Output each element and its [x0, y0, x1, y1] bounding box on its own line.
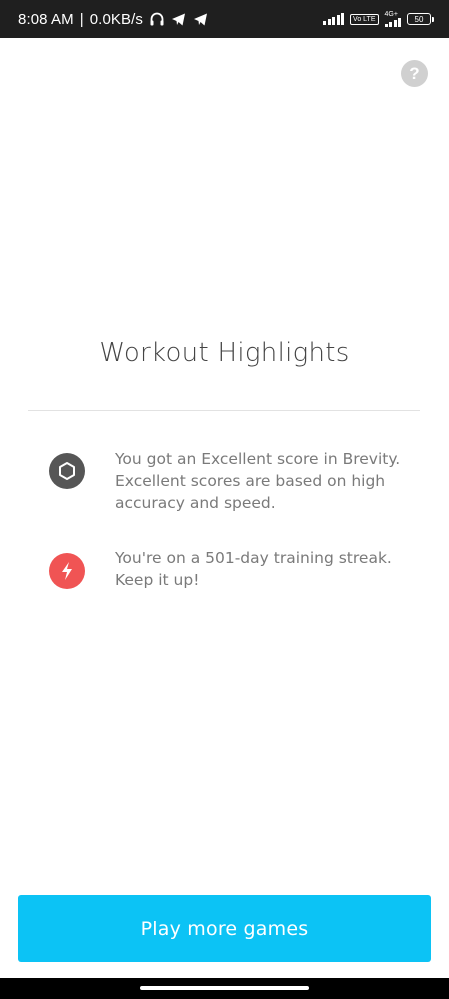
screen: 8:08 AM | 0.0KB/s Vo LTE 4G+ 50 ? Workou…	[0, 0, 449, 999]
signal-icon	[323, 13, 345, 25]
divider	[28, 410, 420, 411]
status-right: Vo LTE 4G+ 50	[323, 0, 434, 38]
battery-icon: 50	[407, 13, 434, 25]
network-speed: 0.0KB/s	[89, 10, 143, 28]
page-title: Workout Highlights	[99, 338, 350, 368]
battery-level: 50	[414, 14, 424, 24]
status-time: 8:08 AM	[18, 10, 74, 28]
highlight-text: You got an Excellent score in Brevity. E…	[115, 450, 401, 512]
home-indicator[interactable]	[140, 986, 309, 990]
telegram-icon	[171, 11, 187, 27]
telegram-icon	[193, 11, 209, 27]
status-bar: 8:08 AM | 0.0KB/s Vo LTE 4G+ 50	[0, 0, 449, 38]
navigation-bar	[0, 978, 449, 999]
headphones-icon	[149, 11, 165, 27]
volte-icon: Vo LTE	[350, 13, 379, 25]
network-signal-group: 4G+	[384, 11, 401, 27]
help-icon: ?	[409, 63, 420, 83]
network-type: 4G+	[384, 11, 398, 18]
signal-icon	[384, 18, 401, 27]
status-separator: |	[79, 10, 84, 28]
play-more-games-button[interactable]: Play more games	[18, 895, 431, 962]
hexagon-icon	[49, 453, 85, 489]
lightning-icon	[49, 553, 85, 589]
help-button[interactable]: ?	[401, 60, 428, 87]
highlight-text: You're on a 501-day training streak. Kee…	[115, 549, 392, 589]
status-left: 8:08 AM | 0.0KB/s	[18, 0, 209, 38]
